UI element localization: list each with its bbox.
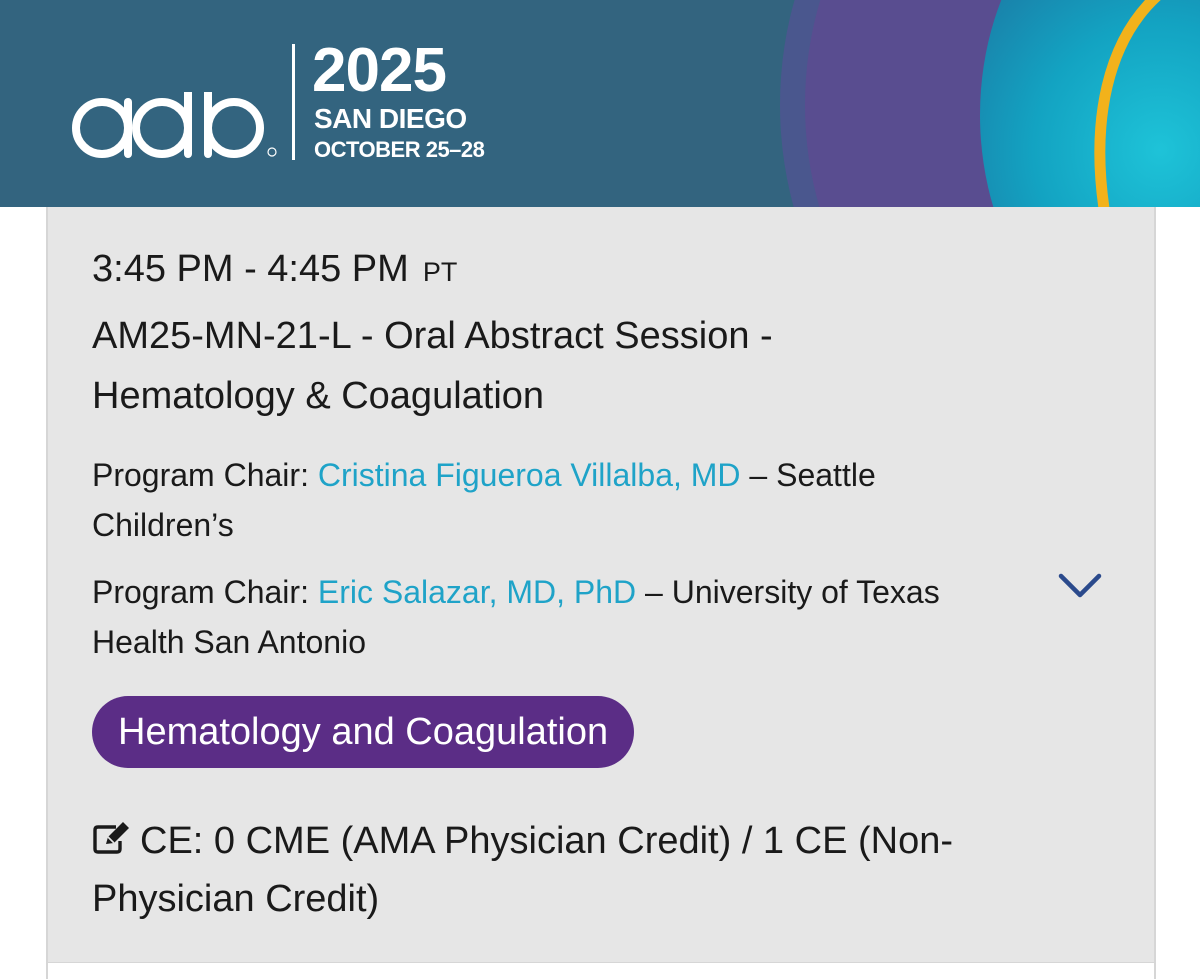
topic-tag[interactable]: Hematology and Coagulation — [92, 696, 635, 768]
session-time-row: 3:45 PM - 4:45 PM PT — [92, 248, 457, 291]
session-time: 3:45 PM - 4:45 PM — [92, 248, 409, 290]
chair-label: Program Chair: — [92, 574, 318, 610]
next-card-edge — [46, 962, 1156, 979]
program-chair-2: Program Chair: Eric Salazar, MD, PhD – U… — [92, 567, 952, 667]
chair-label: Program Chair: — [92, 457, 318, 493]
chevron-down-icon[interactable] — [1055, 568, 1105, 604]
ce-text: CE: 0 CME (AMA Physician Credit) / 1 CE … — [92, 820, 953, 920]
ce-credit: CE: 0 CME (AMA Physician Credit) / 1 CE … — [92, 812, 972, 928]
conference-city: SAN DIEGO — [314, 103, 467, 134]
conference-year: 2025 — [312, 36, 447, 105]
logo-divider — [292, 44, 295, 160]
chair-name-link[interactable]: Eric Salazar, MD, PhD — [318, 574, 636, 610]
chair-name-link[interactable]: Cristina Figueroa Villalba, MD — [318, 457, 741, 493]
session-title: AM25-MN-21-L - Oral Abstract Session - H… — [92, 315, 773, 417]
conference-dates: OCTOBER 25–28 — [314, 137, 485, 162]
adlm-logo-icon — [72, 92, 277, 158]
conference-banner: 2025 SAN DIEGO OCTOBER 25–28 — [0, 0, 1200, 207]
edit-icon — [93, 822, 129, 854]
session-timezone: PT — [422, 257, 458, 287]
program-chair-1: Program Chair: Cristina Figueroa Villalb… — [92, 450, 992, 550]
